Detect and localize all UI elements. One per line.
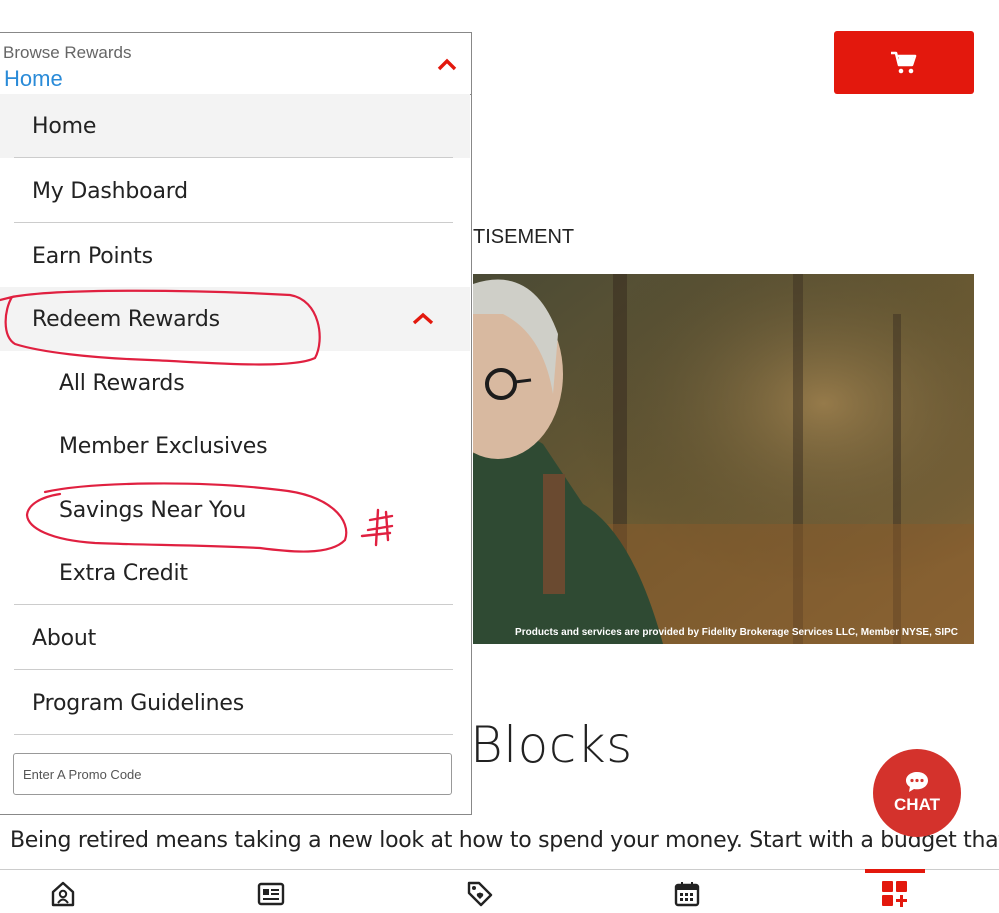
advertisement-label: TISEMENT bbox=[473, 226, 575, 248]
menu-item-program-guidelines[interactable]: Program Guidelines bbox=[0, 671, 470, 735]
nav-profile[interactable] bbox=[257, 880, 285, 908]
dropdown-caption: Browse Rewards bbox=[3, 43, 132, 62]
divider bbox=[14, 669, 453, 670]
chat-label: CHAT bbox=[894, 795, 940, 814]
tag-icon bbox=[467, 881, 493, 907]
calendar-icon bbox=[674, 882, 700, 907]
article-body: Being retired means taking a new look at… bbox=[10, 828, 999, 853]
menu-item-label: Home bbox=[32, 113, 97, 139]
promo-code-input[interactable] bbox=[13, 753, 452, 795]
menu-item-earn-points[interactable]: Earn Points bbox=[0, 224, 470, 288]
nav-offers[interactable] bbox=[466, 880, 494, 908]
menu-item-redeem-rewards[interactable]: Redeem Rewards bbox=[0, 287, 470, 351]
cart-icon bbox=[891, 51, 917, 73]
ad-disclaimer: Products and services are provided by Fi… bbox=[515, 627, 958, 638]
nav-more[interactable] bbox=[881, 880, 909, 908]
divider bbox=[14, 157, 453, 158]
chevron-up-icon bbox=[412, 312, 434, 325]
nav-home[interactable] bbox=[49, 880, 77, 908]
menu-item-label: Member Exclusives bbox=[59, 433, 268, 459]
divider bbox=[14, 604, 453, 605]
cart-button[interactable] bbox=[834, 31, 974, 94]
submenu-item-member-exclusives[interactable]: Member Exclusives bbox=[0, 414, 470, 478]
menu-item-label: Program Guidelines bbox=[32, 690, 244, 716]
menu-item-label: Earn Points bbox=[32, 243, 153, 269]
active-tab-indicator bbox=[865, 869, 925, 873]
menu-item-label: All Rewards bbox=[59, 370, 185, 396]
browse-rewards-dropdown: Browse Rewards Home Home My Dashboard Ea… bbox=[0, 32, 472, 815]
submenu-item-savings-near-you[interactable]: Savings Near You bbox=[0, 478, 470, 542]
submenu-item-extra-credit[interactable]: Extra Credit bbox=[0, 541, 470, 605]
dropdown-selected-value: Home bbox=[4, 66, 63, 91]
bottom-nav bbox=[0, 869, 999, 912]
divider bbox=[14, 734, 453, 735]
chevron-up-icon[interactable] bbox=[437, 57, 457, 71]
menu-item-about[interactable]: About bbox=[0, 606, 470, 670]
article-title: Blocks bbox=[470, 716, 633, 774]
menu-item-label: Redeem Rewards bbox=[32, 306, 220, 332]
menu-item-my-dashboard[interactable]: My Dashboard bbox=[0, 159, 470, 223]
menu-item-label: About bbox=[32, 625, 97, 651]
menu-item-home[interactable]: Home bbox=[0, 94, 470, 158]
dropdown-header[interactable]: Browse Rewards Home bbox=[0, 33, 471, 95]
menu-item-label: Extra Credit bbox=[59, 560, 188, 586]
divider bbox=[14, 222, 453, 223]
submenu-item-all-rewards[interactable]: All Rewards bbox=[0, 351, 470, 415]
profile-card-icon bbox=[257, 882, 285, 906]
chat-button[interactable]: CHAT bbox=[873, 749, 961, 837]
apps-plus-icon bbox=[882, 881, 907, 907]
nav-calendar[interactable] bbox=[673, 880, 701, 908]
advertisement-image[interactable]: Products and services are provided by Fi… bbox=[473, 274, 974, 644]
chat-bubble-icon bbox=[906, 772, 928, 792]
menu-item-label: Savings Near You bbox=[59, 497, 247, 523]
home-icon bbox=[51, 881, 75, 907]
menu-item-label: My Dashboard bbox=[32, 178, 188, 204]
